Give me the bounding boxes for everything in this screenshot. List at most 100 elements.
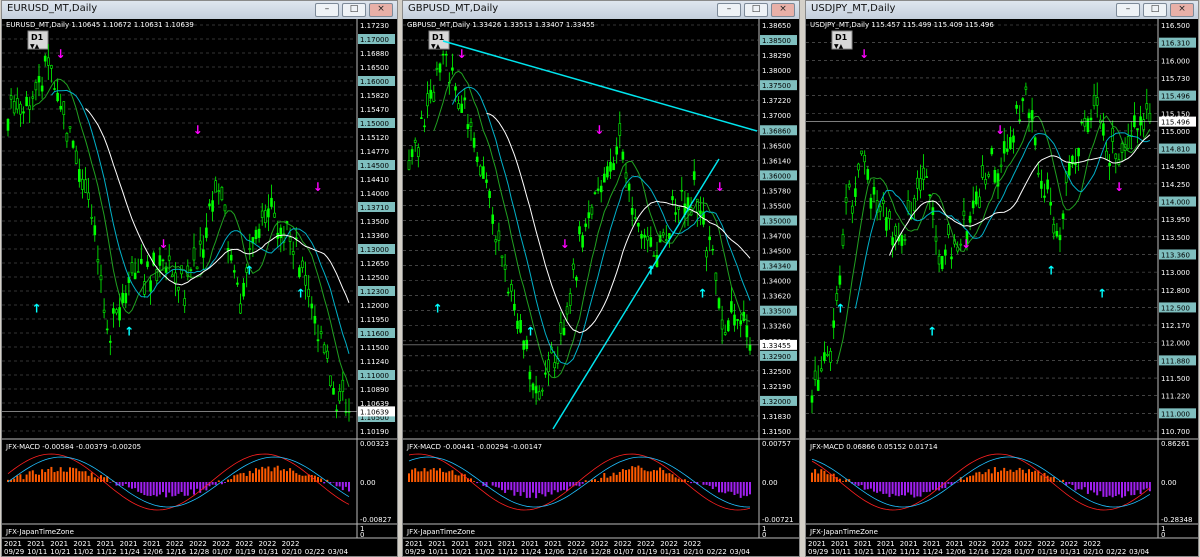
macd-bar [87,475,90,482]
macd-bar [718,482,720,493]
date-label: 01/19 [1037,548,1057,556]
close-icon[interactable]: × [1170,3,1194,17]
title-bar[interactable]: EURUSD_MT,Daily – □ × [2,1,397,20]
macd-bar [270,471,273,482]
macd-bar [535,482,538,499]
macd-bar [873,482,875,492]
macd-bar [65,471,68,482]
date-year: 2022 [1014,540,1032,548]
macd-bar [279,470,282,482]
date-year: 2022 [591,540,609,548]
macd-bar [1093,482,1096,493]
date-year: 2021 [831,540,849,548]
timezone-label: JFX-JapanTimeZone [809,528,878,536]
macd-scale-bottom: -0.28348 [1161,516,1192,524]
candle [531,383,535,391]
candle [733,314,736,325]
price-label: 1.14770 [360,148,389,156]
minimize-icon[interactable]: – [1116,3,1140,17]
macd-bar [338,482,341,487]
candle [869,197,873,209]
macd-bar [295,473,298,482]
macd-bar [264,468,267,482]
candle [68,126,72,129]
candle [332,388,335,395]
minimize-icon[interactable]: – [717,3,741,17]
candle [872,186,876,195]
macd-bar [1018,467,1021,482]
candle [1108,162,1111,167]
macd-bar [975,472,978,482]
price-label: 115.496 [1161,93,1190,101]
candle [643,234,646,238]
title-bar[interactable]: GBPUSD_MT,Daily – □ × [403,1,799,20]
macd-bar [904,482,906,496]
candle [34,81,38,91]
chart-window-gbpusd[interactable]: GBPUSD_MT,Daily – □ × 1.38650 1.38500 1.38… [402,0,800,557]
candle [596,188,600,191]
macd-bar [597,481,600,482]
date-label: 01/07 [614,548,634,556]
macd-label: JFX-MACD 0.06866 0.05152 0.01714 [809,443,938,451]
down-arrow-icon: ↓ [1114,180,1124,194]
macd-bar [454,474,457,482]
candle [522,340,525,350]
candle [500,255,504,258]
maximize-icon[interactable]: □ [1143,3,1167,17]
candle [22,111,25,114]
macd-bar [677,478,680,482]
timeframe-arrows-icon[interactable]: ▼▲ [431,43,441,50]
candle [140,258,143,264]
date-year: 2022 [660,540,678,548]
candle [429,89,433,99]
chart-canvas[interactable]: 116.500116.310116.000115.730115.496115.1… [806,19,1198,556]
timeframe-label: D1 [432,33,445,42]
macd-bar [528,482,531,498]
macd-bar [863,482,866,490]
candle [105,328,109,331]
macd-bar [609,476,612,482]
chart-window-usdjpy[interactable]: USDJPY_MT,Daily – □ × 116.500 116.310 116.… [805,0,1199,557]
chart-canvas[interactable]: 1.38650 1.38500 1.38290 1.38000 1.37500 1.372… [403,19,799,556]
candle [593,192,597,194]
chart-window-eurusd[interactable]: EURUSD_MT,Daily – □ × 1.17230 1.17000 1.16… [1,0,398,557]
macd-scale-zero: 0.00 [762,479,778,487]
macd-bar [1111,482,1114,498]
title-bar[interactable]: USDJPY_MT,Daily – □ × [806,1,1198,20]
macd-bar [869,482,872,489]
candle [494,239,498,243]
macd-bar [1139,482,1142,494]
chart-canvas[interactable]: 1.17230 1.17000 1.16880 1.16500 1.16000 1.158… [2,19,397,556]
candle [28,105,32,110]
macd-bar [745,482,748,497]
macd-bar [211,482,214,485]
macd-bar [628,469,631,482]
candle [720,319,724,330]
close-icon[interactable]: × [771,3,795,17]
macd-bar [643,470,646,482]
date-year: 2021 [877,540,895,548]
maximize-icon[interactable]: □ [342,3,366,17]
candle [6,118,10,131]
macd-bar [1040,475,1043,482]
timeframe-arrows-icon[interactable]: ▼▲ [30,43,40,50]
candle [1080,121,1084,124]
macd-bar [301,475,304,482]
price-label: 1.32190 [762,383,791,391]
candle [816,379,820,391]
macd-bar [93,477,96,482]
timeframe-arrows-icon[interactable]: ▼▲ [834,43,844,50]
candle [503,264,507,270]
macd-bar [1006,471,1009,482]
candle [863,155,867,163]
close-icon[interactable]: × [369,3,393,17]
maximize-icon[interactable]: □ [744,3,768,17]
candle [109,340,112,343]
candle [885,217,888,231]
candle [1040,180,1043,189]
macd-bar [916,482,919,497]
minimize-icon[interactable]: – [315,3,339,17]
candle [510,284,513,292]
macd-bar [273,467,276,482]
candle [1114,153,1118,159]
